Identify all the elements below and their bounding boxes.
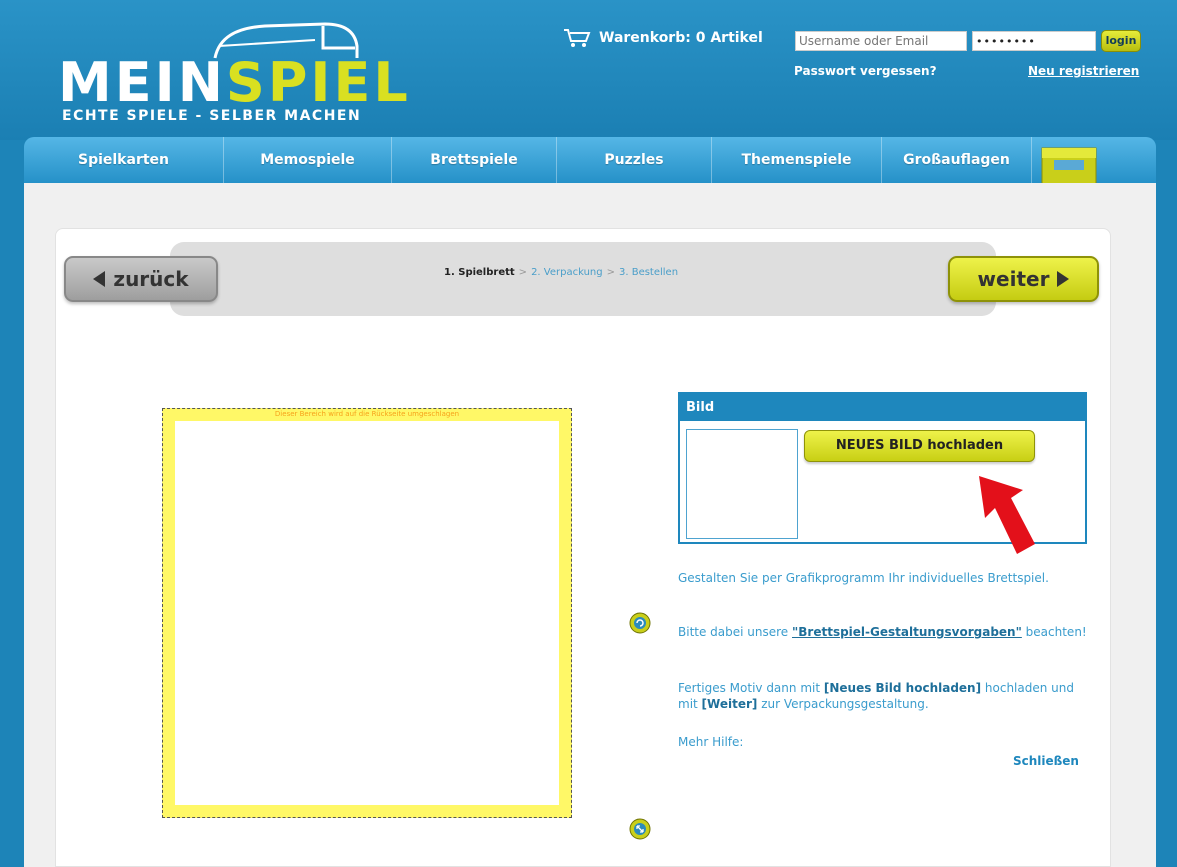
help-text-3b: [Neues Bild hochladen]	[823, 681, 982, 695]
step-bestellen[interactable]: 3. Bestellen	[619, 267, 678, 278]
main-nav: Spielkarten Memospiele Brettspiele Puzzl…	[24, 137, 1156, 183]
username-input[interactable]	[795, 31, 967, 51]
board-print-area[interactable]	[175, 421, 559, 805]
help-text-1: Gestalten Sie per Grafikprogramm Ihr ind…	[678, 571, 1049, 585]
step-spielbrett: 1. Spielbrett	[444, 267, 515, 278]
back-button[interactable]: zurück	[64, 256, 218, 302]
nav-item-puzzles[interactable]: Puzzles	[557, 137, 712, 183]
nav-item-themenspiele[interactable]: Themenspiele	[712, 137, 882, 183]
login-button[interactable]: login	[1101, 30, 1141, 52]
fold-area-note: Dieser Bereich wird auf die Rückseite um…	[274, 410, 460, 418]
shopping-cart-icon	[564, 29, 591, 47]
site-header: MEINSPIEL ECHTE SPIELE - SELBER MACHEN W…	[0, 0, 1177, 140]
game-board-canvas[interactable]: Dieser Bereich wird auf die Rückseite um…	[162, 408, 572, 818]
step-verpackung[interactable]: 2. Verpackung	[531, 267, 603, 278]
wizard-step-bar	[170, 242, 996, 316]
back-label: zurück	[113, 267, 189, 291]
close-help-link[interactable]: Schließen	[1013, 754, 1079, 768]
image-panel-title: Bild	[680, 394, 1085, 421]
next-label: weiter	[977, 267, 1050, 291]
help-text-3: Fertiges Motiv dann mit [Neues Bild hoch…	[678, 680, 1088, 712]
image-preview	[686, 429, 798, 539]
site-logo[interactable]: MEINSPIEL	[58, 56, 411, 110]
nav-item-spielkarten[interactable]: Spielkarten	[24, 137, 224, 183]
step-separator: >	[606, 267, 615, 278]
step-separator: >	[518, 267, 528, 278]
upload-image-button[interactable]: NEUES BILD hochladen	[804, 430, 1035, 462]
resize-icon[interactable]	[629, 818, 651, 840]
rotate-icon[interactable]	[629, 612, 651, 634]
help-text-2: Bitte dabei unsere "Brettspiel-Gestaltun…	[678, 624, 1088, 640]
help-text-3a: Fertiges Motiv dann mit	[678, 681, 824, 695]
register-link[interactable]: Neu registrieren	[1028, 64, 1139, 78]
logo-word-mein: MEIN	[58, 51, 226, 114]
red-arrow-icon	[979, 476, 1035, 554]
logo-tagline: ECHTE SPIELE - SELBER MACHEN	[62, 108, 362, 124]
nav-item-grossauflagen[interactable]: Großauflagen	[882, 137, 1032, 183]
help-text-2a: Bitte dabei unsere	[678, 625, 793, 639]
help-text-4: Mehr Hilfe:	[678, 735, 744, 749]
help-text-2b: beachten!	[1021, 625, 1087, 639]
nav-item-memospiele[interactable]: Memospiele	[224, 137, 392, 183]
cart-link[interactable]: Warenkorb: 0 Artikel	[563, 28, 763, 48]
arrow-left-icon	[93, 271, 106, 287]
forgot-password-link[interactable]: Passwort vergessen?	[794, 64, 937, 78]
arrow-right-icon	[1057, 271, 1070, 287]
next-button[interactable]: weiter	[948, 256, 1099, 302]
password-input[interactable]	[972, 31, 1096, 51]
logo-word-spiel: SPIEL	[225, 51, 411, 114]
help-text-3d: [Weiter]	[701, 697, 758, 711]
help-text-3e: zur Verpackungsgestaltung.	[757, 697, 929, 711]
cart-label: Warenkorb: 0 Artikel	[599, 30, 763, 46]
design-guidelines-link[interactable]: "Brettspiel-Gestaltungsvorgaben"	[792, 625, 1022, 639]
nav-item-brettspiele[interactable]: Brettspiele	[392, 137, 557, 183]
wizard-steps: 1. Spielbrett > 2. Verpackung > 3. Beste…	[444, 267, 678, 278]
